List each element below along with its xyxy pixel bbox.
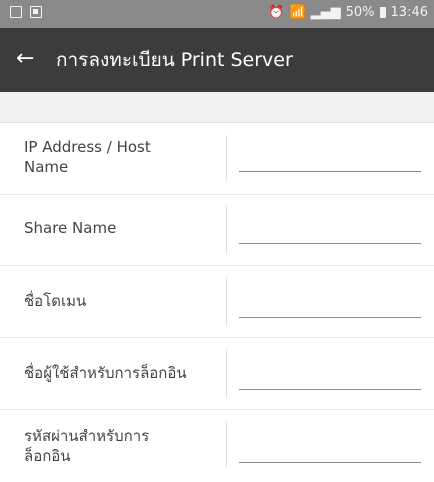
form-row-password: รหัสผ่านสำหรับการ ล็อกอิน [0, 410, 434, 482]
form-row-share-name: Share Name [0, 195, 434, 266]
page-title: การลงทะเบียน Print Server [56, 49, 293, 71]
back-arrow-icon[interactable]: ← [16, 47, 34, 71]
clock-time: 13:46 [390, 5, 428, 20]
column-divider [226, 135, 227, 181]
ip-address-label: IP Address / Host Name [24, 138, 151, 176]
column-divider [226, 349, 227, 398]
wifi-icon: 📶 [289, 5, 306, 20]
signal-icon: ▂▄▆ [310, 5, 341, 20]
column-divider [226, 206, 227, 254]
form-row-username: ชื่อผู้ใช้สำหรับการล็อกอิน [0, 338, 434, 410]
domain-name-input[interactable] [239, 299, 421, 318]
form-row-ip-address: IP Address / Host Name [0, 123, 434, 195]
section-spacer [0, 92, 434, 123]
column-divider [226, 422, 227, 468]
screenshot-notification-icon [10, 6, 22, 18]
share-name-input[interactable] [239, 225, 421, 244]
domain-name-label: ชื่อโดเมน [24, 292, 87, 310]
login-username-label: ชื่อผู้ใช้สำหรับการล็อกอิน [24, 364, 187, 382]
alarm-clock-icon: ⏰ [268, 5, 285, 20]
print-server-form: IP Address / Host Name Share Name ชื่อโด… [0, 123, 434, 482]
battery-icon [379, 7, 386, 18]
app-bar: ← การลงทะเบียน Print Server [0, 28, 434, 92]
column-divider [226, 277, 227, 326]
image-notification-icon [30, 6, 42, 18]
login-username-input[interactable] [239, 371, 421, 390]
share-name-label: Share Name [24, 219, 117, 237]
login-password-label: รหัสผ่านสำหรับการ ล็อกอิน [24, 427, 150, 465]
battery-percent: 50% [345, 5, 375, 20]
status-bar: ⏰ 📶 ▂▄▆ 50% 13:46 [0, 0, 434, 28]
form-row-domain: ชื่อโดเมน [0, 266, 434, 338]
ip-address-input[interactable] [239, 153, 421, 172]
login-password-input[interactable] [239, 444, 421, 463]
